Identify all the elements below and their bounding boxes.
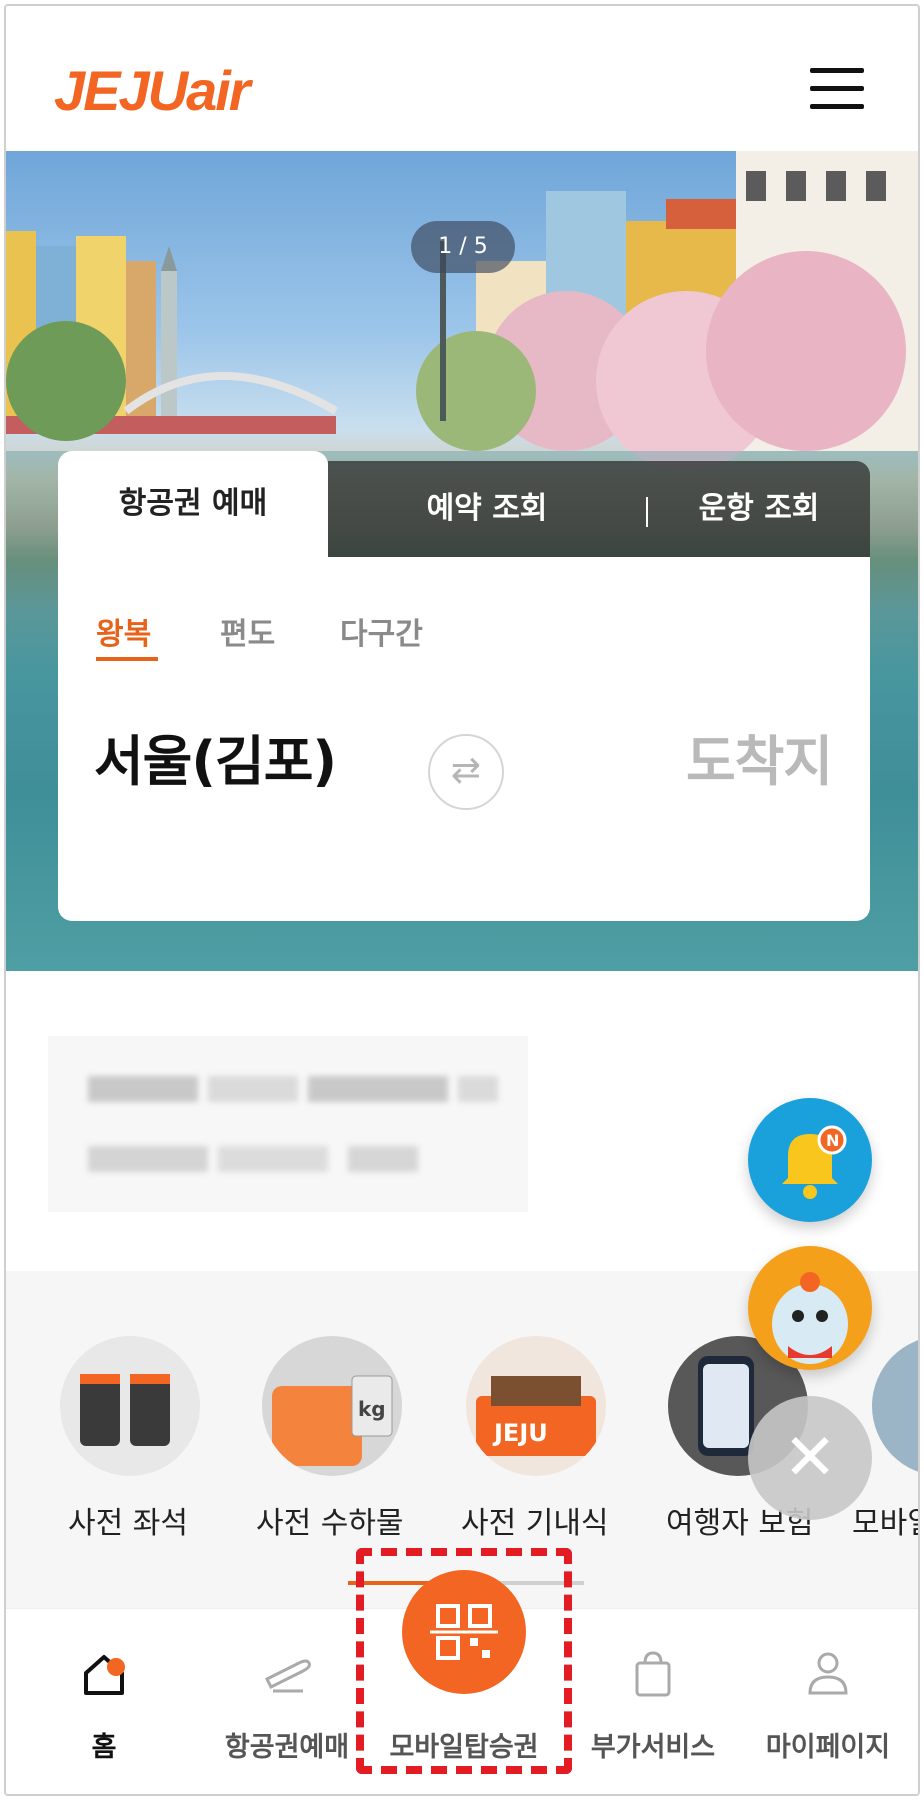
app-frame: JEJUair 1 / 5 항공권 예매 예약 조회 운항 조회 왕복 편도 다… bbox=[4, 4, 920, 1796]
nav-label-flight-booking: 항공권예매 bbox=[224, 1732, 350, 1763]
nav-flight-booking[interactable]: 항공권예매 bbox=[212, 1645, 362, 1785]
service-baggage-image[interactable]: kg bbox=[262, 1336, 402, 1476]
service-label-meal[interactable]: 사전 기내식 bbox=[461, 1498, 609, 1542]
origin-field[interactable]: 서울(김포) bbox=[94, 717, 337, 796]
app-header: JEJUair bbox=[6, 6, 918, 151]
chatbot-mascot-icon bbox=[772, 1272, 848, 1364]
nav-label-home: 홈 bbox=[91, 1732, 117, 1763]
notification-bell-button[interactable]: N bbox=[748, 1098, 872, 1222]
jejuair-logo[interactable]: JEJUair bbox=[54, 58, 251, 123]
nav-additional-services[interactable]: 부가서비스 bbox=[578, 1645, 728, 1785]
tab-reservation-lookup[interactable]: 예약 조회 bbox=[328, 461, 646, 557]
svg-text:kg: kg bbox=[358, 1397, 386, 1421]
notice-banner[interactable] bbox=[48, 1036, 528, 1212]
banner-pager: 1 / 5 bbox=[411, 221, 515, 273]
plane-icon bbox=[264, 1659, 311, 1693]
trip-type-roundtrip[interactable]: 왕복 bbox=[96, 609, 151, 653]
qr-icon bbox=[430, 1604, 498, 1660]
home-icon bbox=[84, 1655, 125, 1695]
trip-type-oneway[interactable]: 편도 bbox=[220, 609, 275, 653]
nav-label-additional-services: 부가서비스 bbox=[590, 1732, 716, 1763]
swap-route-icon[interactable]: ⇄ bbox=[428, 734, 504, 810]
destination-field[interactable]: 도착지 bbox=[686, 717, 833, 796]
mobile-boarding-pass-button[interactable] bbox=[402, 1570, 526, 1694]
tab-flight-booking[interactable]: 항공권 예매 bbox=[58, 451, 328, 557]
nav-my-page[interactable]: 마이페이지 bbox=[758, 1645, 898, 1785]
nav-home[interactable]: 홈 bbox=[54, 1645, 154, 1785]
svg-text:JEJU: JEJU bbox=[492, 1419, 548, 1447]
hamburger-menu-icon[interactable] bbox=[810, 66, 864, 110]
service-seat-image[interactable] bbox=[60, 1336, 200, 1476]
trip-type-underline bbox=[96, 657, 158, 661]
nav-label-my-page: 마이페이지 bbox=[765, 1732, 891, 1763]
service-label-mobile[interactable]: 모바일 bbox=[852, 1498, 918, 1542]
booking-tabs: 항공권 예매 예약 조회 운항 조회 bbox=[58, 451, 870, 557]
nav-label-mobile-boarding-pass: 모바일탑승권 bbox=[389, 1732, 539, 1763]
booking-tabs-dark: 예약 조회 운항 조회 bbox=[328, 461, 870, 557]
close-fab-icon[interactable]: ✕ bbox=[748, 1396, 872, 1520]
service-label-baggage[interactable]: 사전 수하물 bbox=[256, 1498, 404, 1542]
bell-badge: N bbox=[826, 1131, 839, 1150]
user-icon bbox=[808, 1652, 848, 1695]
bell-icon: N bbox=[782, 1125, 847, 1199]
tab-flight-status[interactable]: 운항 조회 bbox=[648, 461, 870, 557]
booking-card: 왕복 편도 다구간 서울(김포) ⇄ 도착지 bbox=[58, 557, 870, 921]
service-label-seat[interactable]: 사전 좌석 bbox=[68, 1498, 188, 1542]
service-meal-image[interactable]: JEJU bbox=[466, 1336, 606, 1476]
chatbot-button[interactable] bbox=[748, 1246, 872, 1370]
bag-icon bbox=[635, 1651, 671, 1697]
trip-type-multicity[interactable]: 다구간 bbox=[340, 609, 423, 653]
